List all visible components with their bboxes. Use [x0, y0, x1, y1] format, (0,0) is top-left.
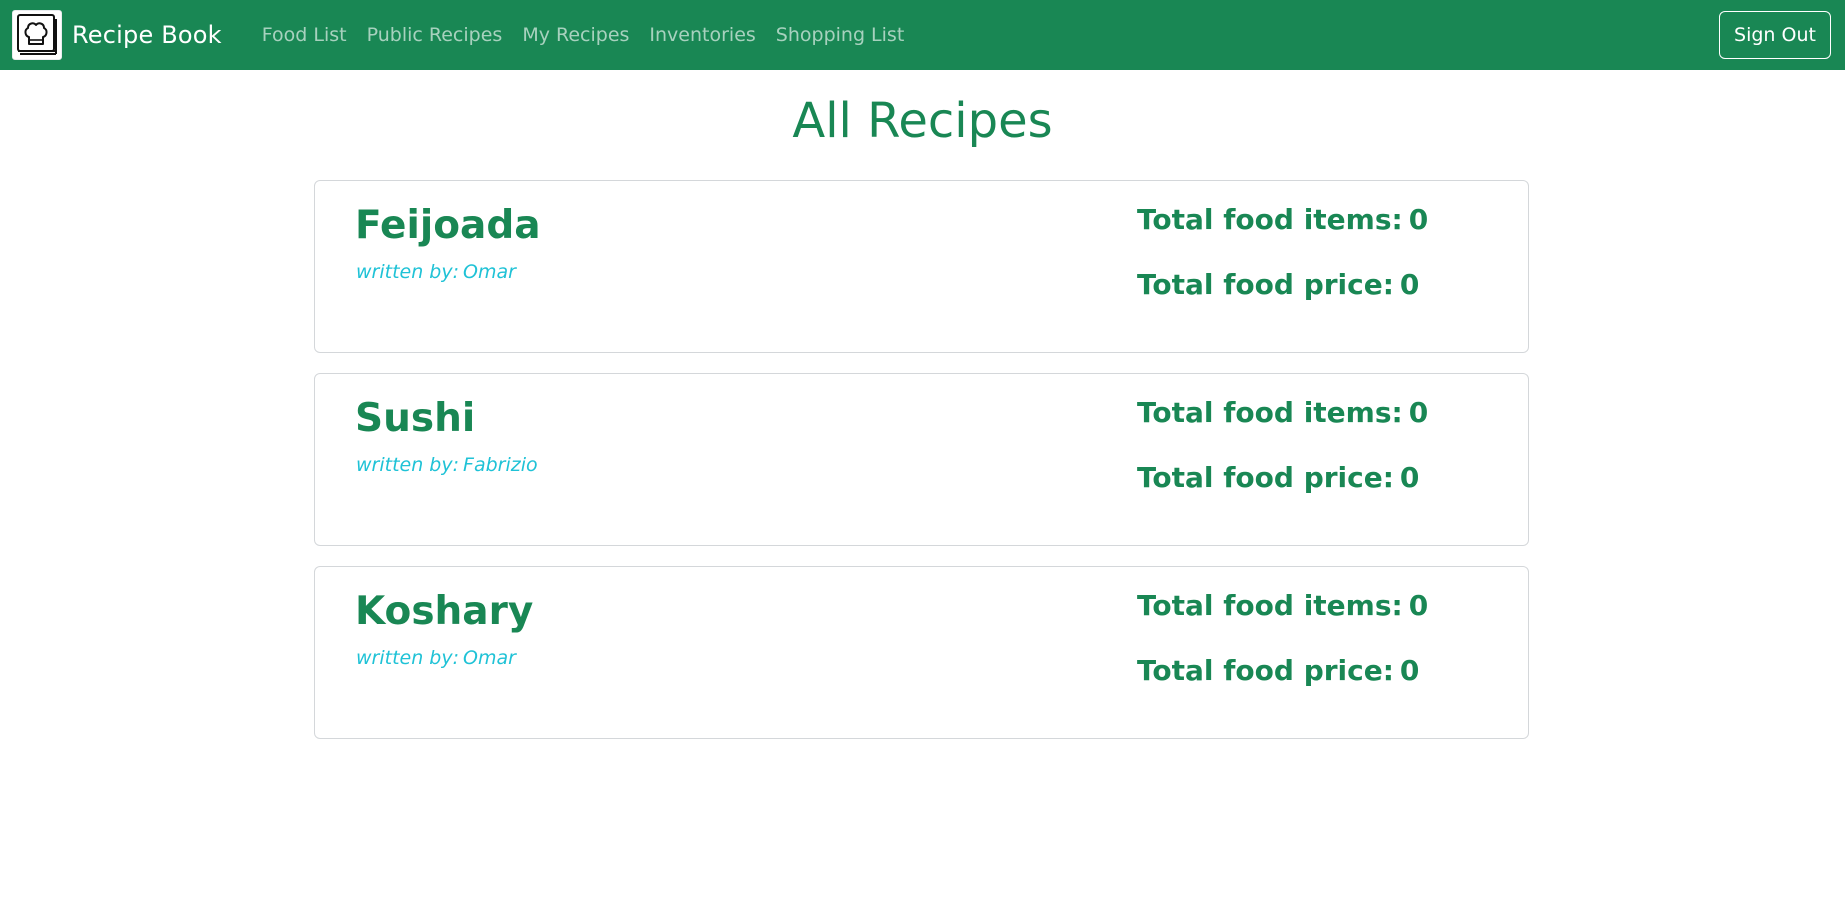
recipe-list: Feijoada written by: Omar Total food item… [314, 180, 1529, 759]
total-food-items: Total food items: 0 [1137, 396, 1428, 429]
total-food-price: Total food price: 0 [1137, 654, 1419, 687]
total-items-label: Total food items: [1137, 396, 1403, 429]
recipe-name[interactable]: Koshary [355, 587, 533, 637]
top-navbar: Recipe Book Food List Public Recipes My … [0, 0, 1845, 70]
total-price-value: 0 [1399, 268, 1420, 301]
recipe-author: written by: Fabrizio [356, 454, 538, 476]
total-food-price: Total food price: 0 [1137, 461, 1419, 494]
nav-link-public-recipes[interactable]: Public Recipes [357, 24, 513, 46]
recipe-card[interactable]: Feijoada written by: Omar Total food item… [314, 180, 1529, 353]
recipe-author: written by: Omar [356, 647, 516, 669]
author-name: Omar [463, 261, 516, 283]
total-items-label: Total food items: [1137, 203, 1403, 236]
recipe-card[interactable]: Koshary written by: Omar Total food items… [314, 566, 1529, 739]
nav-links: Food List Public Recipes My Recipes Inve… [252, 24, 914, 46]
total-price-label: Total food price: [1137, 268, 1394, 301]
total-price-value: 0 [1399, 654, 1420, 687]
total-food-price: Total food price: 0 [1137, 268, 1419, 301]
total-food-items: Total food items: 0 [1137, 203, 1428, 236]
recipe-name[interactable]: Feijoada [355, 201, 541, 251]
total-price-label: Total food price: [1137, 461, 1394, 494]
nav-link-my-recipes[interactable]: My Recipes [512, 24, 639, 46]
author-name: Omar [463, 647, 516, 669]
author-name: Fabrizio [463, 454, 538, 476]
total-items-label: Total food items: [1137, 589, 1403, 622]
recipe-author: written by: Omar [356, 261, 516, 283]
total-price-value: 0 [1399, 461, 1420, 494]
recipe-name[interactable]: Sushi [355, 394, 475, 444]
brand-link[interactable]: Recipe Book [12, 10, 222, 60]
recipe-card[interactable]: Sushi written by: Fabrizio Total food ite… [314, 373, 1529, 546]
total-items-value: 0 [1408, 396, 1429, 429]
total-items-value: 0 [1408, 203, 1429, 236]
total-price-label: Total food price: [1137, 654, 1394, 687]
page-title: All Recipes [792, 93, 1053, 149]
total-items-value: 0 [1408, 589, 1429, 622]
brand-title: Recipe Book [72, 21, 222, 49]
total-food-items: Total food items: 0 [1137, 589, 1428, 622]
nav-link-food-list[interactable]: Food List [252, 24, 357, 46]
chef-book-icon [12, 10, 62, 60]
nav-link-inventories[interactable]: Inventories [639, 24, 765, 46]
written-by-label: written by: [356, 647, 460, 669]
written-by-label: written by: [356, 261, 460, 283]
written-by-label: written by: [356, 454, 460, 476]
sign-out-button[interactable]: Sign Out [1719, 11, 1831, 59]
nav-link-shopping-list[interactable]: Shopping List [766, 24, 914, 46]
